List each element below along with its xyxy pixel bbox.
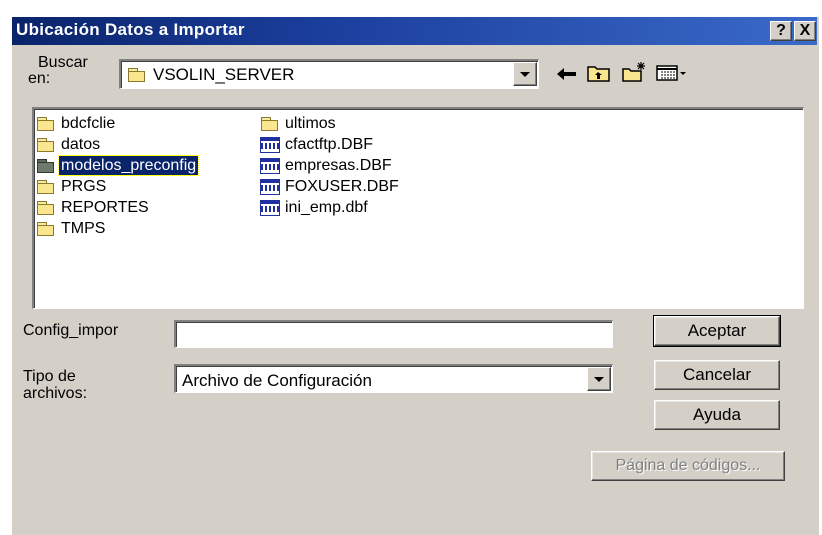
lookin-dropdown-button[interactable] bbox=[513, 62, 537, 86]
list-item[interactable]: empresas.DBF bbox=[260, 155, 394, 176]
dbf-file-icon bbox=[260, 199, 280, 216]
filetype-label-line2: archivos: bbox=[23, 385, 88, 402]
filetype-label-line1: Tipo de bbox=[23, 368, 76, 385]
folder-icon bbox=[36, 137, 56, 153]
back-arrow-icon[interactable] bbox=[554, 63, 580, 85]
dialog-title: Ubicación Datos a Importar bbox=[16, 20, 245, 39]
dbf-file-icon bbox=[260, 136, 280, 153]
accept-button[interactable]: Aceptar bbox=[653, 315, 781, 347]
folder-icon bbox=[36, 158, 56, 174]
folder-icon bbox=[260, 116, 280, 132]
cancel-button[interactable]: Cancelar bbox=[654, 360, 780, 390]
list-item[interactable]: bdcfclie bbox=[36, 113, 117, 134]
file-list[interactable]: bdcfclie datos modelos_preconfig PRGS RE… bbox=[32, 107, 804, 309]
list-item[interactable]: cfactftp.DBF bbox=[260, 134, 375, 155]
filetype-combo[interactable]: Archivo de Configuración bbox=[174, 364, 613, 393]
list-item-label: PRGS bbox=[61, 178, 107, 195]
list-item-label: bdcfclie bbox=[61, 115, 116, 132]
list-item-label: empresas.DBF bbox=[285, 157, 392, 174]
dbf-file-icon bbox=[260, 178, 280, 195]
folder-icon bbox=[36, 116, 56, 132]
list-item-label: ultimos bbox=[285, 115, 336, 132]
filename-input[interactable] bbox=[174, 320, 613, 348]
list-item-label: datos bbox=[61, 136, 101, 153]
filetype-dropdown-button[interactable] bbox=[587, 367, 611, 391]
list-item[interactable]: ini_emp.dbf bbox=[260, 197, 370, 218]
open-folder-icon bbox=[127, 67, 147, 83]
list-item-label: ini_emp.dbf bbox=[285, 199, 368, 216]
list-item[interactable]: TMPS bbox=[36, 218, 107, 239]
folder-icon bbox=[36, 179, 56, 195]
new-folder-icon[interactable] bbox=[621, 61, 647, 83]
folder-icon bbox=[36, 221, 56, 237]
lookin-combo[interactable]: VSOLIN_SERVER bbox=[119, 59, 539, 89]
filetype-value: Archivo de Configuración bbox=[182, 371, 372, 390]
list-item[interactable]: REPORTES bbox=[36, 197, 151, 218]
list-item[interactable]: ultimos bbox=[260, 113, 338, 134]
list-item-label: cfactftp.DBF bbox=[285, 136, 374, 153]
lookin-label-line1: Buscar bbox=[38, 54, 88, 71]
view-menu-icon[interactable] bbox=[655, 62, 689, 84]
filename-label: Config_impor bbox=[23, 322, 119, 339]
help-action-button[interactable]: Ayuda bbox=[654, 400, 780, 430]
dbf-file-icon bbox=[260, 157, 280, 174]
help-button[interactable]: ? bbox=[770, 21, 792, 41]
lookin-value: VSOLIN_SERVER bbox=[153, 65, 295, 84]
title-bar[interactable]: Ubicación Datos a Importar ? X bbox=[12, 17, 817, 45]
lookin-label-line2: en: bbox=[28, 70, 51, 87]
codepage-button[interactable]: Página de códigos... bbox=[591, 451, 785, 481]
list-item-label: REPORTES bbox=[61, 199, 149, 216]
list-item-selected[interactable]: modelos_preconfig bbox=[36, 155, 200, 176]
list-item[interactable]: FOXUSER.DBF bbox=[260, 176, 401, 197]
list-item-label: FOXUSER.DBF bbox=[285, 178, 399, 195]
list-item-label: TMPS bbox=[61, 220, 106, 237]
folder-icon bbox=[36, 200, 56, 216]
up-folder-icon[interactable] bbox=[586, 62, 612, 84]
list-item-label: modelos_preconfig bbox=[57, 155, 200, 176]
open-file-dialog: Ubicación Datos a Importar ? X Buscar en… bbox=[10, 15, 819, 535]
list-item[interactable]: PRGS bbox=[36, 176, 108, 197]
list-item[interactable]: datos bbox=[36, 134, 102, 155]
close-button[interactable]: X bbox=[794, 21, 816, 41]
